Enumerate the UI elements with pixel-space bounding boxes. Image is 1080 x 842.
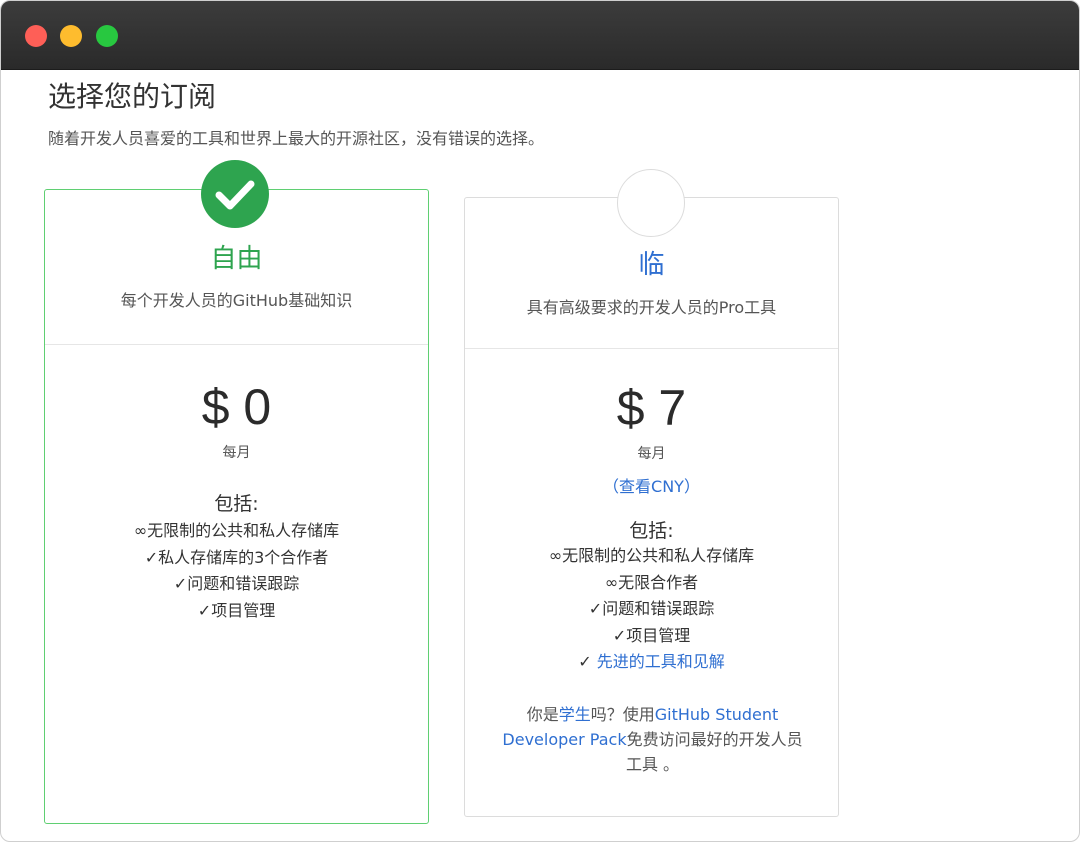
student-link[interactable]: 学生 xyxy=(559,705,591,724)
check-mark: ✓ xyxy=(578,652,597,671)
price-period: 每月 xyxy=(222,445,251,461)
feature-list: ∞无限制的公共和私人存储库 ∞无限合作者 ✓问题和错误跟踪 ✓项目管理 ✓ 先进… xyxy=(465,543,838,676)
student-note-text: 免费访问最好的开发人员工具 。 xyxy=(625,730,803,774)
card-divider xyxy=(465,348,838,349)
plan-description: 具有高级要求的开发人员的Pro工具 xyxy=(526,298,777,317)
feature-item: ✓项目管理 xyxy=(197,600,276,620)
plan-card-free[interactable]: 自由 每个开发人员的GitHub基础知识 $ 0 每月 包括: ∞无限制的公共和… xyxy=(44,189,429,824)
advanced-tools-link[interactable]: 先进的工具和见解 xyxy=(597,652,725,671)
unselected-badge[interactable] xyxy=(617,169,685,237)
feature-item: ∞无限制的公共和私人存储库 xyxy=(548,546,755,565)
plan-price: $ 0 xyxy=(201,379,272,435)
price-period: 每月 xyxy=(637,446,666,462)
feature-item: ✓私人存储库的3个合作者 xyxy=(144,547,329,567)
browser-window: 选择您的订阅 随着开发人员喜爱的工具和世界上最大的开源社区，没有错误的选择。 自… xyxy=(0,0,1080,842)
student-note-text: 吗？使用 xyxy=(590,705,655,724)
window-titlebar xyxy=(1,1,1079,70)
includes-label: 包括: xyxy=(629,520,674,542)
page-title: 选择您的订阅 xyxy=(48,80,217,113)
view-cny-link[interactable]: （查看CNY） xyxy=(465,473,838,497)
minimize-window-button[interactable] xyxy=(60,25,82,47)
maximize-window-button[interactable] xyxy=(96,25,118,47)
plan-name: 临 xyxy=(638,250,665,280)
feature-item-advanced: ✓ 先进的工具和见解 xyxy=(465,649,838,676)
plan-description: 每个开发人员的GitHub基础知识 xyxy=(120,291,353,310)
student-note: 你是学生吗？使用GitHub Student Developer Pack免费访… xyxy=(497,702,808,777)
feature-item: ∞无限合作者 xyxy=(604,572,699,592)
plan-card-pro[interactable]: 临 具有高级要求的开发人员的Pro工具 $ 7 每月 （查看CNY） 包括: ∞… xyxy=(464,197,839,817)
checkmark-icon xyxy=(215,180,255,210)
page-subtitle: 随着开发人员喜爱的工具和世界上最大的开源社区，没有错误的选择。 xyxy=(48,129,545,148)
feature-item: ∞无限制的公共和私人存储库 xyxy=(133,521,340,540)
feature-item: ✓项目管理 xyxy=(612,625,691,645)
plan-price: $ 7 xyxy=(616,380,687,436)
feature-item: ✓问题和错误跟踪 xyxy=(173,574,300,593)
selected-badge xyxy=(201,160,269,228)
student-note-text: 你是 xyxy=(526,705,559,724)
feature-list: ∞无限制的公共和私人存储库 ✓私人存储库的3个合作者 ✓问题和错误跟踪 ✓项目管… xyxy=(45,518,428,624)
includes-label: 包括: xyxy=(214,493,259,515)
close-window-button[interactable] xyxy=(25,25,47,47)
card-divider xyxy=(45,344,428,345)
feature-item: ✓问题和错误跟踪 xyxy=(588,599,715,618)
plan-name: 自由 xyxy=(210,244,263,274)
